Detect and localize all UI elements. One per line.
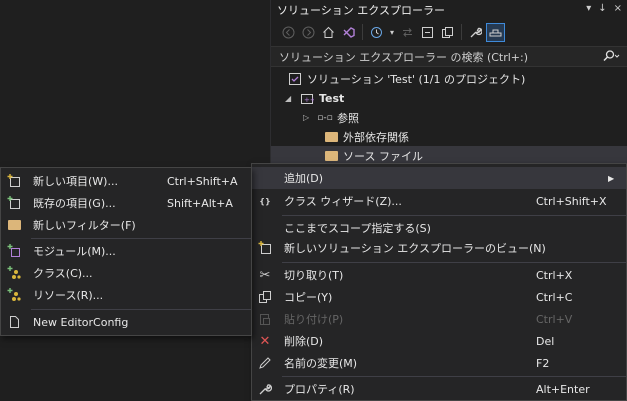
menu-item-properties[interactable]: プロパティ(R) Alt+Enter — [252, 378, 626, 400]
search-input[interactable]: ソリューション エクスプローラー の検索 (Ctrl+:) — [279, 49, 528, 65]
existing-item-icon — [6, 195, 22, 211]
tree-label: 外部依存関係 — [343, 130, 409, 144]
search-box[interactable]: ソリューション エクスプローラー の検索 (Ctrl+:) — [271, 46, 627, 67]
solution-icon — [287, 72, 303, 86]
collapse-icon[interactable] — [418, 23, 437, 42]
tree-label: ソース ファイル — [343, 149, 423, 163]
menu-separator — [31, 309, 251, 310]
folder-icon — [323, 149, 339, 163]
copy-icon — [257, 289, 273, 305]
back-icon[interactable] — [279, 23, 298, 42]
toolbar-divider — [461, 24, 462, 40]
preview-icon[interactable] — [486, 22, 505, 42]
toolbar-divider — [362, 24, 363, 40]
menu-item-add[interactable]: 追加(D) ▶ — [252, 167, 626, 189]
tree-label: 参照 — [337, 111, 359, 125]
close-icon[interactable]: × — [614, 3, 622, 14]
home-icon[interactable] — [319, 23, 338, 42]
menu-item-resource[interactable]: リソース(R)... — [1, 284, 251, 306]
module-icon — [6, 243, 22, 259]
menu-item-module[interactable]: モジュール(M)... — [1, 240, 251, 262]
pin-icon[interactable]: ↓ — [598, 3, 606, 14]
wrench-icon — [257, 381, 273, 397]
tree-item-solution[interactable]: ソリューション 'Test' (1/1 のプロジェクト) — [287, 69, 525, 88]
add-submenu: 新しい項目(W)... Ctrl+Shift+A 既存の項目(G)... Shi… — [0, 167, 252, 336]
file-icon — [6, 314, 22, 330]
show-all-icon[interactable] — [438, 23, 457, 42]
collapsed-arrow-icon[interactable]: ▷ — [303, 113, 317, 122]
menu-item-scope[interactable]: ここまでスコープ指定する(S) — [252, 217, 626, 239]
menu-separator — [282, 262, 626, 263]
context-menu: 追加(D) ▶ {} クラス ウィザード(Z)... Ctrl+Shift+X … — [251, 163, 627, 401]
folder-icon — [323, 130, 339, 144]
svg-text:++: ++ — [304, 96, 314, 104]
menu-item-rename[interactable]: 名前の変更(M) F2 — [252, 352, 626, 374]
menu-item-class-wizard[interactable]: {} クラス ウィザード(Z)... Ctrl+Shift+X — [252, 190, 626, 212]
tree-label: Test — [319, 92, 345, 105]
class-icon — [6, 265, 22, 281]
references-icon: ▫-▫ — [317, 112, 333, 123]
menu-item-delete[interactable]: ✕ 削除(D) Del — [252, 330, 626, 352]
paste-icon — [257, 311, 273, 327]
tree-item-project[interactable]: ◢ ++ Test — [285, 89, 344, 108]
project-icon: ++ — [299, 92, 315, 106]
vs-icon[interactable] — [339, 23, 358, 42]
sync-icon[interactable] — [398, 23, 417, 42]
tree-label: ソリューション 'Test' (1/1 のプロジェクト) — [307, 72, 526, 86]
forward-icon[interactable] — [299, 23, 318, 42]
menu-item-new-filter[interactable]: 新しいフィルター(F) — [1, 214, 251, 236]
dropdown-icon[interactable]: ▾ — [586, 3, 591, 14]
menu-item-class[interactable]: クラス(C)... — [1, 262, 251, 284]
panel-toolbar: ▾ — [271, 20, 627, 44]
menu-item-editorconfig[interactable]: New EditorConfig — [1, 311, 251, 333]
wrench-icon[interactable] — [466, 23, 485, 42]
new-view-icon — [257, 240, 273, 256]
menu-separator — [31, 238, 251, 239]
search-icon[interactable] — [602, 50, 620, 65]
menu-item-new-item[interactable]: 新しい項目(W)... Ctrl+Shift+A — [1, 170, 251, 192]
delete-icon: ✕ — [259, 333, 271, 349]
scissors-icon: ✂ — [259, 267, 271, 283]
chevron-down-icon[interactable]: ▾ — [387, 23, 397, 42]
tree-item-references[interactable]: ▷ ▫-▫ 参照 — [303, 108, 359, 127]
menu-separator — [282, 215, 626, 216]
resource-icon — [6, 287, 22, 303]
menu-separator — [282, 376, 626, 377]
menu-item-paste[interactable]: 貼り付け(P) Ctrl+V — [252, 308, 626, 330]
panel-title: ソリューション エクスプローラー — [277, 4, 445, 17]
folder-icon — [6, 217, 22, 233]
class-wizard-icon: {} — [259, 196, 271, 206]
menu-item-cut[interactable]: ✂ 切り取り(T) Ctrl+X — [252, 264, 626, 286]
new-item-icon — [6, 173, 22, 189]
panel-titlebar: ソリューション エクスプローラー ▾ ↓ × — [271, 0, 627, 20]
submenu-arrow-icon: ▶ — [608, 173, 615, 183]
menu-item-existing-item[interactable]: 既存の項目(G)... Shift+Alt+A — [1, 192, 251, 214]
tree-item-external-deps[interactable]: 外部依存関係 — [323, 127, 409, 146]
menu-item-copy[interactable]: コピー(Y) Ctrl+C — [252, 286, 626, 308]
rename-icon — [257, 355, 273, 371]
title-controls: ▾ ↓ × — [586, 3, 622, 14]
history-icon[interactable] — [367, 23, 386, 42]
expanded-arrow-icon[interactable]: ◢ — [285, 94, 299, 103]
menu-item-new-view[interactable]: 新しいソリューション エクスプローラーのビュー(N) — [252, 237, 626, 259]
